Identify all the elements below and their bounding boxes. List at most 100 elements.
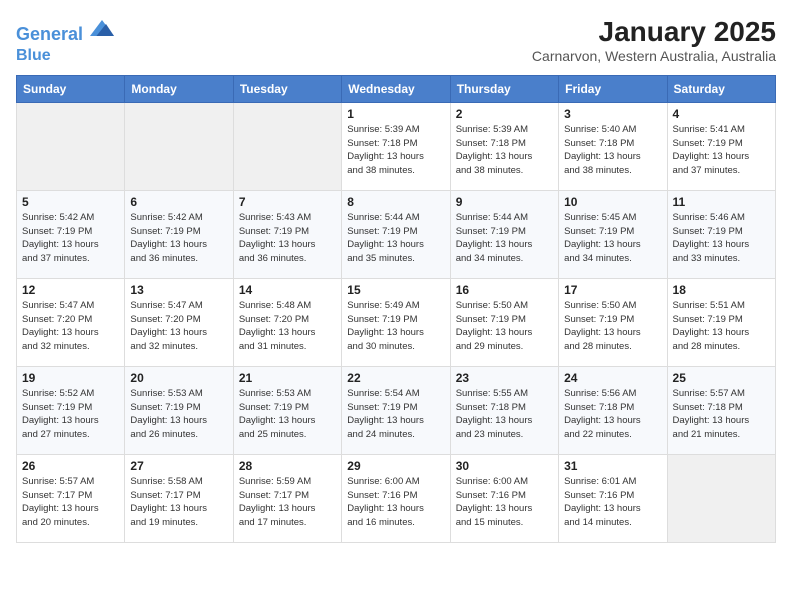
- day-detail: Sunrise: 5:47 AM Sunset: 7:20 PM Dayligh…: [22, 299, 119, 354]
- day-detail: Sunrise: 5:46 AM Sunset: 7:19 PM Dayligh…: [673, 211, 770, 266]
- day-number: 22: [347, 371, 444, 385]
- day-detail: Sunrise: 5:50 AM Sunset: 7:19 PM Dayligh…: [564, 299, 661, 354]
- calendar-cell: 18 Sunrise: 5:51 AM Sunset: 7:19 PM Dayli…: [667, 278, 775, 366]
- day-detail: Sunrise: 5:54 AM Sunset: 7:19 PM Dayligh…: [347, 387, 444, 442]
- calendar-cell: 13 Sunrise: 5:47 AM Sunset: 7:20 PM Dayli…: [125, 278, 233, 366]
- day-number: 17: [564, 283, 661, 297]
- day-detail: Sunrise: 5:42 AM Sunset: 7:19 PM Dayligh…: [22, 211, 119, 266]
- weekday-header-thursday: Thursday: [450, 75, 558, 102]
- calendar-cell: 9 Sunrise: 5:44 AM Sunset: 7:19 PM Daylig…: [450, 190, 558, 278]
- day-number: 15: [347, 283, 444, 297]
- day-number: 30: [456, 459, 553, 473]
- day-detail: Sunrise: 6:01 AM Sunset: 7:16 PM Dayligh…: [564, 475, 661, 530]
- day-detail: Sunrise: 5:55 AM Sunset: 7:18 PM Dayligh…: [456, 387, 553, 442]
- logo-general: General: [16, 24, 83, 44]
- day-number: 10: [564, 195, 661, 209]
- calendar-cell: [125, 102, 233, 190]
- day-detail: Sunrise: 5:39 AM Sunset: 7:18 PM Dayligh…: [347, 123, 444, 178]
- weekday-header-friday: Friday: [559, 75, 667, 102]
- calendar-cell: 25 Sunrise: 5:57 AM Sunset: 7:18 PM Dayli…: [667, 366, 775, 454]
- day-detail: Sunrise: 5:44 AM Sunset: 7:19 PM Dayligh…: [456, 211, 553, 266]
- weekday-header-sunday: Sunday: [17, 75, 125, 102]
- calendar-cell: 26Sunrise: 5:57 AM Sunset: 7:17 PM Dayli…: [17, 454, 125, 542]
- day-number: 5: [22, 195, 119, 209]
- day-number: 2: [456, 107, 553, 121]
- day-number: 25: [673, 371, 770, 385]
- day-detail: Sunrise: 5:43 AM Sunset: 7:19 PM Dayligh…: [239, 211, 336, 266]
- calendar-cell: 21 Sunrise: 5:53 AM Sunset: 7:19 PM Dayli…: [233, 366, 341, 454]
- calendar-cell: 11Sunrise: 5:46 AM Sunset: 7:19 PM Dayli…: [667, 190, 775, 278]
- day-detail: Sunrise: 5:57 AM Sunset: 7:17 PM Dayligh…: [22, 475, 119, 530]
- calendar-cell: 10 Sunrise: 5:45 AM Sunset: 7:19 PM Dayli…: [559, 190, 667, 278]
- page-title: January 2025: [532, 16, 776, 48]
- calendar-cell: 20 Sunrise: 5:53 AM Sunset: 7:19 PM Dayli…: [125, 366, 233, 454]
- day-detail: Sunrise: 6:00 AM Sunset: 7:16 PM Dayligh…: [456, 475, 553, 530]
- calendar-cell: 3Sunrise: 5:40 AM Sunset: 7:18 PM Daylig…: [559, 102, 667, 190]
- page-subtitle: Carnarvon, Western Australia, Australia: [532, 48, 776, 64]
- day-number: 24: [564, 371, 661, 385]
- calendar-header-row: SundayMondayTuesdayWednesdayThursdayFrid…: [17, 75, 776, 102]
- calendar-cell: 7 Sunrise: 5:43 AM Sunset: 7:19 PM Daylig…: [233, 190, 341, 278]
- calendar-cell: 16Sunrise: 5:50 AM Sunset: 7:19 PM Dayli…: [450, 278, 558, 366]
- day-number: 20: [130, 371, 227, 385]
- weekday-header-saturday: Saturday: [667, 75, 775, 102]
- day-number: 13: [130, 283, 227, 297]
- day-detail: Sunrise: 5:39 AM Sunset: 7:18 PM Dayligh…: [456, 123, 553, 178]
- calendar-table: SundayMondayTuesdayWednesdayThursdayFrid…: [16, 75, 776, 543]
- day-number: 16: [456, 283, 553, 297]
- weekday-header-monday: Monday: [125, 75, 233, 102]
- day-number: 29: [347, 459, 444, 473]
- calendar-cell: 22 Sunrise: 5:54 AM Sunset: 7:19 PM Dayli…: [342, 366, 450, 454]
- calendar-cell: 6Sunrise: 5:42 AM Sunset: 7:19 PM Daylig…: [125, 190, 233, 278]
- calendar-cell: 2 Sunrise: 5:39 AM Sunset: 7:18 PM Daylig…: [450, 102, 558, 190]
- calendar-cell: 23 Sunrise: 5:55 AM Sunset: 7:18 PM Dayli…: [450, 366, 558, 454]
- title-block: January 2025 Carnarvon, Western Australi…: [532, 16, 776, 64]
- day-detail: Sunrise: 5:49 AM Sunset: 7:19 PM Dayligh…: [347, 299, 444, 354]
- calendar-cell: 31 Sunrise: 6:01 AM Sunset: 7:16 PM Dayli…: [559, 454, 667, 542]
- calendar-week-row: 5 Sunrise: 5:42 AM Sunset: 7:19 PM Daylig…: [17, 190, 776, 278]
- day-number: 18: [673, 283, 770, 297]
- day-number: 23: [456, 371, 553, 385]
- day-number: 9: [456, 195, 553, 209]
- logo-text: General: [16, 16, 114, 46]
- calendar-week-row: 26Sunrise: 5:57 AM Sunset: 7:17 PM Dayli…: [17, 454, 776, 542]
- day-number: 14: [239, 283, 336, 297]
- calendar-cell: 12 Sunrise: 5:47 AM Sunset: 7:20 PM Dayli…: [17, 278, 125, 366]
- calendar-cell: 15 Sunrise: 5:49 AM Sunset: 7:19 PM Dayli…: [342, 278, 450, 366]
- calendar-week-row: 19Sunrise: 5:52 AM Sunset: 7:19 PM Dayli…: [17, 366, 776, 454]
- day-number: 21: [239, 371, 336, 385]
- calendar-cell: 5 Sunrise: 5:42 AM Sunset: 7:19 PM Daylig…: [17, 190, 125, 278]
- calendar-cell: 17 Sunrise: 5:50 AM Sunset: 7:19 PM Dayli…: [559, 278, 667, 366]
- day-detail: Sunrise: 5:41 AM Sunset: 7:19 PM Dayligh…: [673, 123, 770, 178]
- day-detail: Sunrise: 5:42 AM Sunset: 7:19 PM Dayligh…: [130, 211, 227, 266]
- day-number: 4: [673, 107, 770, 121]
- day-number: 31: [564, 459, 661, 473]
- day-detail: Sunrise: 5:48 AM Sunset: 7:20 PM Dayligh…: [239, 299, 336, 354]
- day-detail: Sunrise: 5:57 AM Sunset: 7:18 PM Dayligh…: [673, 387, 770, 442]
- day-detail: Sunrise: 5:59 AM Sunset: 7:17 PM Dayligh…: [239, 475, 336, 530]
- day-detail: Sunrise: 5:47 AM Sunset: 7:20 PM Dayligh…: [130, 299, 227, 354]
- day-detail: Sunrise: 5:44 AM Sunset: 7:19 PM Dayligh…: [347, 211, 444, 266]
- day-number: 12: [22, 283, 119, 297]
- day-detail: Sunrise: 5:53 AM Sunset: 7:19 PM Dayligh…: [239, 387, 336, 442]
- day-number: 3: [564, 107, 661, 121]
- day-number: 1: [347, 107, 444, 121]
- day-number: 28: [239, 459, 336, 473]
- day-detail: Sunrise: 5:45 AM Sunset: 7:19 PM Dayligh…: [564, 211, 661, 266]
- weekday-header-tuesday: Tuesday: [233, 75, 341, 102]
- day-number: 7: [239, 195, 336, 209]
- calendar-cell: 4 Sunrise: 5:41 AM Sunset: 7:19 PM Daylig…: [667, 102, 775, 190]
- calendar-cell: 14 Sunrise: 5:48 AM Sunset: 7:20 PM Dayli…: [233, 278, 341, 366]
- calendar-cell: 19Sunrise: 5:52 AM Sunset: 7:19 PM Dayli…: [17, 366, 125, 454]
- day-detail: Sunrise: 5:53 AM Sunset: 7:19 PM Dayligh…: [130, 387, 227, 442]
- day-number: 8: [347, 195, 444, 209]
- day-detail: Sunrise: 6:00 AM Sunset: 7:16 PM Dayligh…: [347, 475, 444, 530]
- calendar-cell: 8 Sunrise: 5:44 AM Sunset: 7:19 PM Daylig…: [342, 190, 450, 278]
- logo-blue: Blue: [16, 46, 114, 65]
- day-detail: Sunrise: 5:51 AM Sunset: 7:19 PM Dayligh…: [673, 299, 770, 354]
- day-number: 19: [22, 371, 119, 385]
- calendar-week-row: 12 Sunrise: 5:47 AM Sunset: 7:20 PM Dayli…: [17, 278, 776, 366]
- day-number: 27: [130, 459, 227, 473]
- weekday-header-wednesday: Wednesday: [342, 75, 450, 102]
- page-header: General Blue January 2025 Carnarvon, Wes…: [16, 16, 776, 65]
